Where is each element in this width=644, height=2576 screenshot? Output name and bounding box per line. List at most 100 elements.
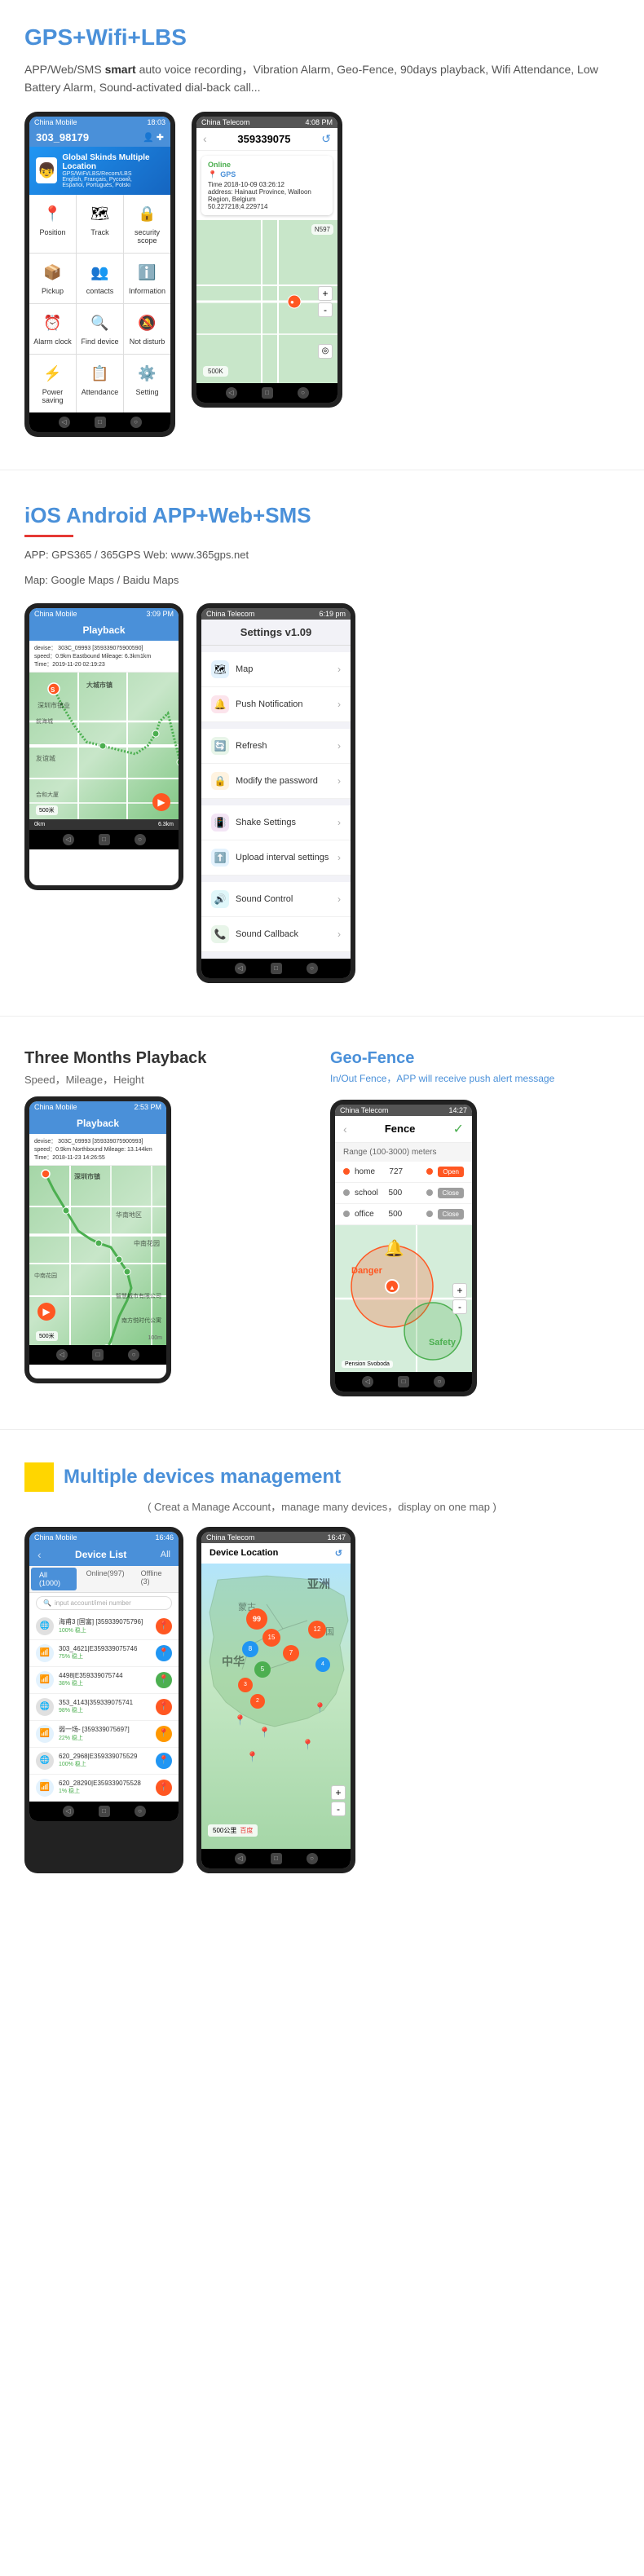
device-item-4[interactable]: 📶 弱一场- [359339075697] 22% 稳上 📍: [29, 1721, 179, 1748]
device-avatar-1: 📶: [36, 1644, 54, 1662]
nav-apps-dl[interactable]: ○: [135, 1806, 146, 1817]
nav-home-dm[interactable]: □: [271, 1853, 282, 1864]
back-arrow[interactable]: ‹: [203, 132, 207, 145]
nav-apps-fence[interactable]: ○: [434, 1376, 445, 1387]
grid-item-track[interactable]: 🗺 Track: [77, 195, 123, 253]
device-item-5[interactable]: 🌐 620_2968|E359339075529 100% 稳上 📍: [29, 1748, 179, 1775]
phone-nav-dl: ◁ □ ○: [29, 1802, 179, 1821]
settings-item-push[interactable]: 🔔 Push Notification ›: [201, 687, 351, 722]
grid-item-information[interactable]: ℹ️ Information: [124, 254, 170, 303]
settings-item-shake[interactable]: 📳 Shake Settings ›: [201, 805, 351, 840]
settings-item-callback[interactable]: 📞 Sound Callback ›: [201, 917, 351, 952]
map-city1: 大城市镇: [86, 681, 112, 690]
fence-back[interactable]: ‹: [343, 1123, 347, 1136]
information-icon: ℹ️: [136, 262, 159, 285]
playback-map: S 大城市镇 深圳市镇业 前海城 友谊城 合和大厦 500米 ▶: [29, 673, 179, 819]
location-button[interactable]: ◎: [318, 344, 333, 359]
nav-home-pb3m[interactable]: □: [92, 1349, 104, 1361]
dm-refresh[interactable]: ↺: [335, 1548, 342, 1559]
device-item-6[interactable]: 📶 620_28290|E359339075528 1% 稳上 📍: [29, 1775, 179, 1802]
nav-apps-s[interactable]: ○: [307, 963, 318, 974]
nav-back-fence[interactable]: ◁: [362, 1376, 373, 1387]
nav-back-dl[interactable]: ◁: [63, 1806, 74, 1817]
grid-item-security[interactable]: 🔒 security scope: [124, 195, 170, 253]
device-item-0[interactable]: 🌐 海甫3 [国富] [359339075796] 100% 稳上 📍: [29, 1613, 179, 1640]
grid-item-find[interactable]: 🔍 Find device: [77, 304, 123, 354]
zoom-in[interactable]: +: [318, 286, 333, 301]
grid-item-position[interactable]: 📍 Position: [29, 195, 76, 253]
fence-zoom-in[interactable]: +: [452, 1283, 467, 1298]
nav-back-pb[interactable]: ◁: [63, 834, 74, 845]
fence-zoom-out[interactable]: -: [452, 1299, 467, 1314]
settings-item-left-upload: ⬆️ Upload interval settings: [211, 849, 329, 867]
nav-back-s[interactable]: ◁: [235, 963, 246, 974]
dl-header: ‹ Device List All: [29, 1543, 179, 1566]
nav-apps-2[interactable]: ○: [298, 387, 309, 399]
device-item-2[interactable]: 📶 4498|E359339075744 38% 稳上 📍: [29, 1667, 179, 1694]
nav-apps[interactable]: ○: [130, 417, 142, 428]
grid-item-alarm[interactable]: ⏰ Alarm clock: [29, 304, 76, 354]
grid-item-contacts[interactable]: 👥 contacts: [77, 254, 123, 303]
device-name-5: 620_2968|E359339075529: [59, 1753, 151, 1760]
sound-settings-label: Sound Control: [236, 894, 293, 904]
settings-item-upload[interactable]: ⬆️ Upload interval settings ›: [201, 840, 351, 876]
nav-apps-dm[interactable]: ○: [307, 1853, 318, 1864]
dm-zoom-out[interactable]: -: [331, 1802, 346, 1816]
search-placeholder: input account/imei number: [55, 1599, 131, 1607]
hero-title: GPS+Wifi+LBS: [24, 24, 620, 51]
alarm-label: Alarm clock: [33, 337, 72, 346]
play-button[interactable]: ▶: [152, 793, 170, 811]
device-name-2: 4498|E359339075744: [59, 1672, 151, 1679]
section-gps: GPS+Wifi+LBS APP/Web/SMS smart auto voic…: [0, 0, 644, 453]
fence-check-icon[interactable]: ✓: [453, 1121, 464, 1137]
nav-apps-pb[interactable]: ○: [135, 834, 146, 845]
dl-back[interactable]: ‹: [37, 1548, 42, 1561]
fence-btn-close-office[interactable]: Close: [438, 1209, 464, 1220]
nav-back[interactable]: ◁: [59, 417, 70, 428]
fence-btn-open-home[interactable]: Open: [438, 1167, 464, 1177]
refresh-icon[interactable]: ↺: [321, 132, 331, 146]
fence-header: ‹ Fence ✓: [335, 1116, 472, 1143]
nav-back-pb3m[interactable]: ◁: [56, 1349, 68, 1361]
dl-tab-all[interactable]: All (1000): [31, 1568, 77, 1590]
settings-item-refresh[interactable]: 🔄 Refresh ›: [201, 729, 351, 764]
gps-time: Time 2018-10-09 03:26:12: [208, 181, 326, 188]
fence-item-school: school 500 Close: [335, 1183, 472, 1204]
settings-item-map[interactable]: 🗺 Map ›: [201, 652, 351, 687]
dl-tab-offline[interactable]: Offline (3): [133, 1566, 179, 1592]
pw-arrow: ›: [337, 775, 341, 787]
grid-item-pickup[interactable]: 📦 Pickup: [29, 254, 76, 303]
grid-item-power[interactable]: ⚡ Power saving: [29, 355, 76, 412]
zoom-out[interactable]: -: [318, 302, 333, 317]
nav-home-fence[interactable]: □: [398, 1376, 409, 1387]
dm-zoom-in[interactable]: +: [331, 1785, 346, 1800]
nav-home-pb[interactable]: □: [99, 834, 110, 845]
settings-item-sound[interactable]: 🔊 Sound Control ›: [201, 882, 351, 917]
nav-back-2[interactable]: ◁: [226, 387, 237, 399]
fence-name-home: home: [355, 1167, 384, 1176]
grid-item-attendance[interactable]: 📋 Attendance: [77, 355, 123, 412]
fence-map-svg: 🔔 ▲: [335, 1225, 472, 1372]
pb3m-play[interactable]: ▶: [37, 1303, 55, 1321]
dl-search[interactable]: 🔍 input account/imei number: [36, 1596, 172, 1610]
settings-item-password[interactable]: 🔒 Modify the password ›: [201, 764, 351, 799]
nav-home-s[interactable]: □: [271, 963, 282, 974]
nav-home-dl[interactable]: □: [99, 1806, 110, 1817]
title-underline: [24, 535, 73, 537]
fence-btn-close-school[interactable]: Close: [438, 1188, 464, 1198]
fence-color-home: [426, 1168, 433, 1175]
device-item-3[interactable]: 🌐 353_4143|359339075741 98% 稳上 📍: [29, 1694, 179, 1721]
pb3m-map-bg: 深圳市镇 华南地区 中南花园 中南花园 智慧城市有限公司 南方悦时代公寓 500…: [29, 1166, 166, 1345]
nav-back-dm[interactable]: ◁: [235, 1853, 246, 1864]
app-section-title: iOS Android APP+Web+SMS: [24, 503, 620, 528]
device-item-1[interactable]: 📶 303_4621|E359339075746 75% 稳上 📍: [29, 1640, 179, 1667]
nav-home[interactable]: □: [95, 417, 106, 428]
grid-item-disturb[interactable]: 🔕 Not disturb: [124, 304, 170, 354]
nav-home-2[interactable]: □: [262, 387, 273, 399]
refresh-settings-label: Refresh: [236, 741, 267, 751]
nav-apps-pb3m[interactable]: ○: [128, 1349, 139, 1361]
grid-item-setting[interactable]: ⚙️ Setting: [124, 355, 170, 412]
phone-playback-3m: China Mobile 2:53 PM Playback devise： 30…: [24, 1096, 171, 1383]
dl-tab-online[interactable]: Online(997): [78, 1566, 133, 1592]
fence-value-office: 500: [389, 1210, 421, 1219]
